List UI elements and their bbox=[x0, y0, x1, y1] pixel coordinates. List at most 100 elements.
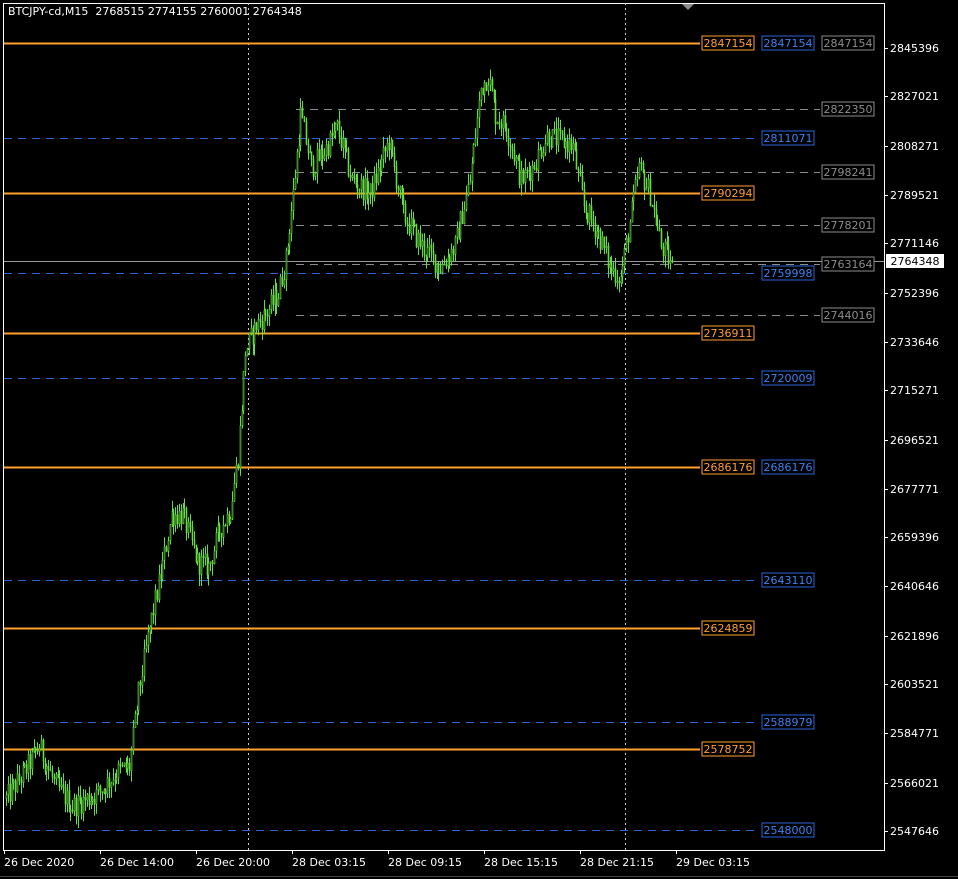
candle-body bbox=[307, 143, 310, 154]
candle-body bbox=[147, 631, 150, 646]
candle-body bbox=[226, 513, 229, 526]
candle-body bbox=[371, 183, 374, 198]
candle-body bbox=[518, 158, 521, 186]
candle-body bbox=[316, 149, 319, 174]
candle-body bbox=[651, 205, 654, 207]
candle-body bbox=[669, 260, 672, 264]
candle-body bbox=[528, 170, 531, 174]
candle-body bbox=[450, 248, 453, 263]
candle-body bbox=[454, 236, 457, 255]
candle-body bbox=[9, 783, 12, 802]
candle-body bbox=[215, 532, 218, 552]
candle-body bbox=[318, 149, 321, 161]
candle-body bbox=[75, 797, 78, 817]
candle-body bbox=[110, 782, 113, 788]
candle-body bbox=[491, 79, 494, 92]
candle-body bbox=[645, 187, 648, 191]
candle-body bbox=[7, 783, 10, 796]
candle-body bbox=[632, 191, 635, 202]
candle-body bbox=[612, 268, 615, 272]
candle-body bbox=[108, 777, 111, 788]
candle-body bbox=[88, 794, 91, 806]
candle-body bbox=[380, 158, 383, 172]
candle-body bbox=[154, 590, 157, 616]
candle-body bbox=[53, 776, 56, 780]
candle-body bbox=[461, 211, 464, 225]
candle-body bbox=[485, 82, 488, 91]
candle-body bbox=[358, 189, 361, 192]
candle-body bbox=[434, 254, 437, 273]
candle-body bbox=[540, 148, 543, 158]
candle-body bbox=[58, 777, 61, 787]
candle-body bbox=[167, 540, 170, 552]
gray-level-label: 2798241 bbox=[824, 166, 873, 179]
candle-body bbox=[340, 136, 343, 149]
candle-body bbox=[397, 187, 400, 191]
price-tick-label: 2659396 bbox=[890, 531, 939, 544]
candle-body bbox=[574, 143, 577, 150]
candle-body bbox=[529, 172, 532, 182]
candle-body bbox=[66, 790, 69, 805]
orange-level-label: 2686176 bbox=[704, 461, 753, 474]
candle-body bbox=[513, 149, 516, 162]
candle-body bbox=[483, 82, 486, 95]
price-tick-label: 2789521 bbox=[890, 189, 939, 202]
candle-body bbox=[412, 217, 415, 225]
candle-body bbox=[40, 739, 43, 750]
candle-body bbox=[542, 152, 545, 158]
candle-body bbox=[586, 212, 589, 223]
candle-body bbox=[437, 262, 440, 272]
chart-header: BTCJPY-cd,M15 2768515 2774155 2760001 27… bbox=[8, 5, 302, 18]
candle-body bbox=[261, 321, 264, 330]
candle-body bbox=[134, 713, 137, 728]
candle-body bbox=[533, 165, 536, 169]
candle-body bbox=[459, 211, 462, 240]
candle-body bbox=[667, 244, 670, 264]
price-tick-label: 2547646 bbox=[890, 825, 939, 838]
candle-body bbox=[629, 221, 632, 243]
candle-body bbox=[57, 774, 60, 779]
candle-body bbox=[360, 179, 363, 191]
candle-body bbox=[664, 241, 667, 257]
candle-body bbox=[623, 248, 626, 267]
candle-body bbox=[82, 796, 85, 814]
candle-body bbox=[31, 751, 34, 770]
candle-body bbox=[456, 227, 459, 238]
candle-body bbox=[634, 179, 637, 193]
candle-body bbox=[71, 809, 74, 812]
candle-body bbox=[566, 140, 569, 153]
candle-body bbox=[356, 184, 359, 191]
candle-body bbox=[95, 789, 98, 805]
candle-body bbox=[511, 146, 514, 151]
candle-body bbox=[176, 514, 179, 524]
candle-body bbox=[334, 123, 337, 132]
candle-body bbox=[204, 553, 207, 558]
candle-body bbox=[362, 179, 365, 201]
price-tick-label: 2677771 bbox=[890, 483, 939, 496]
candle-body bbox=[607, 245, 610, 269]
candle-body bbox=[472, 144, 475, 164]
candle-body bbox=[149, 625, 152, 633]
candle-body bbox=[38, 748, 41, 752]
candle-body bbox=[323, 155, 326, 160]
candle-body bbox=[331, 132, 334, 137]
candle-body bbox=[614, 268, 617, 283]
candle-body bbox=[49, 769, 52, 772]
candle-body bbox=[643, 171, 646, 191]
time-tick-label: 29 Dec 03:15 bbox=[676, 856, 750, 869]
candle-body bbox=[51, 770, 54, 778]
blue-level-label: 2720009 bbox=[764, 372, 813, 385]
candle-body bbox=[406, 221, 409, 225]
candle-body bbox=[292, 188, 295, 211]
price-tick-label: 2771146 bbox=[890, 237, 939, 250]
candle-body bbox=[647, 178, 650, 188]
chart-window[interactable]: 2847154 2790294 2736911 2686176 2624859 25787… bbox=[0, 0, 958, 879]
candle-body bbox=[544, 143, 547, 154]
candle-body bbox=[25, 764, 28, 774]
candle-body bbox=[14, 780, 17, 792]
candle-body bbox=[655, 208, 658, 226]
candle-body bbox=[183, 507, 186, 510]
price-chart[interactable]: 2847154 2790294 2736911 2686176 2624859 25787… bbox=[0, 0, 958, 879]
candle-body bbox=[596, 230, 599, 238]
candle-body bbox=[388, 142, 391, 150]
